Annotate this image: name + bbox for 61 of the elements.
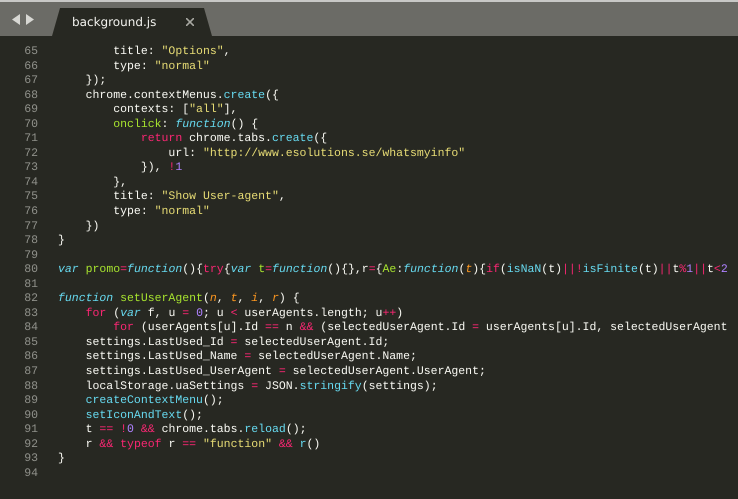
close-icon[interactable] (186, 18, 194, 26)
line-number: 71 (23, 132, 38, 147)
code-line: chrome.contextMenus.create({ (84, 88, 279, 104)
code-line: createContextMenu(); (84, 394, 224, 409)
code-line: url: "http://www.esolutions.se/whatsmyinfo" (167, 146, 466, 162)
code-line: for (var f, u = 0; u < userAgents.length; u++) (84, 306, 404, 322)
line-number: 94 (23, 466, 38, 482)
line-number: 86 (23, 350, 38, 366)
code-line: localStorage.uaSettings = JSON.stringify(settings); (84, 380, 438, 394)
line-number: 78 (23, 234, 38, 249)
line-number: 66 (23, 60, 38, 74)
code-line: title: "Show User-agent", (112, 190, 286, 206)
code-line: var promo=function(){try{var t=function(){},r={Ae:function(t){if(isNaN(t)||!isFinite(t)||t%1||t<2 (58, 263, 728, 278)
line-number: 67 (23, 74, 38, 89)
line-number: 75 (23, 190, 38, 206)
code-line: settings.LastUsed_Id = selectedUserAgent.Id; (84, 336, 390, 350)
line-number: 85 (23, 336, 38, 350)
line-number: 74 (23, 176, 38, 190)
code-line: contexts: ["all"], (112, 103, 238, 118)
line-number: 82 (23, 292, 38, 307)
line-number: 87 (23, 365, 38, 380)
code-line: r && typeof r == "function" && r() (84, 438, 320, 452)
line-number: 68 (23, 88, 38, 104)
code-line: return chrome.tabs.create({ (140, 132, 328, 147)
line-number: 76 (23, 205, 38, 220)
code-line: } (58, 452, 65, 467)
line-number: 65 (23, 45, 38, 60)
line-number: 72 (23, 146, 38, 162)
line-number: 93 (23, 452, 38, 467)
line-number: 89 (23, 394, 38, 409)
code-line: }); (84, 74, 106, 89)
code-line: onclick: function() { (112, 118, 258, 132)
line-number: 70 (23, 118, 38, 132)
line-number: 73 (23, 161, 38, 176)
code-line: type: "normal" (112, 60, 210, 74)
code-line: } (58, 234, 65, 249)
line-number: 69 (23, 103, 38, 118)
line-number: 90 (23, 408, 38, 424)
code-line: for (userAgents[u].Id == n && (selectedUserAgent.Id = userAgents[u].Id, selectedUserAgent (112, 321, 728, 336)
code-line: }), !1 (140, 161, 182, 176)
code-line: setIconAndText(); (84, 408, 203, 424)
line-number: 84 (23, 321, 38, 336)
code-line: type: "normal" (112, 205, 210, 220)
line-number: 80 (23, 263, 38, 278)
line-number: 91 (23, 423, 38, 438)
code-line: settings.LastUsed_UserAgent = selectedUserAgent.UserAgent; (84, 365, 486, 380)
file-tab[interactable]: background.js (52, 8, 212, 36)
line-number: 92 (23, 438, 38, 452)
line-number: 83 (23, 306, 38, 322)
line-number: 88 (23, 380, 38, 394)
forward-arrow-icon[interactable] (26, 14, 34, 24)
line-number: 81 (23, 278, 38, 292)
back-arrow-icon[interactable] (12, 14, 20, 24)
code-line: title: "Options", (112, 45, 231, 60)
code-line: function setUserAgent(n, t, i, r) { (58, 292, 300, 307)
code-line: settings.LastUsed_Name = selectedUserAgent.Name; (84, 350, 417, 366)
code-line: }, (112, 176, 128, 190)
code-line: }) (84, 220, 100, 234)
line-number: 77 (23, 220, 38, 234)
code-line: t == !0 && chrome.tabs.reload(); (84, 423, 307, 438)
line-number: 79 (23, 248, 38, 264)
